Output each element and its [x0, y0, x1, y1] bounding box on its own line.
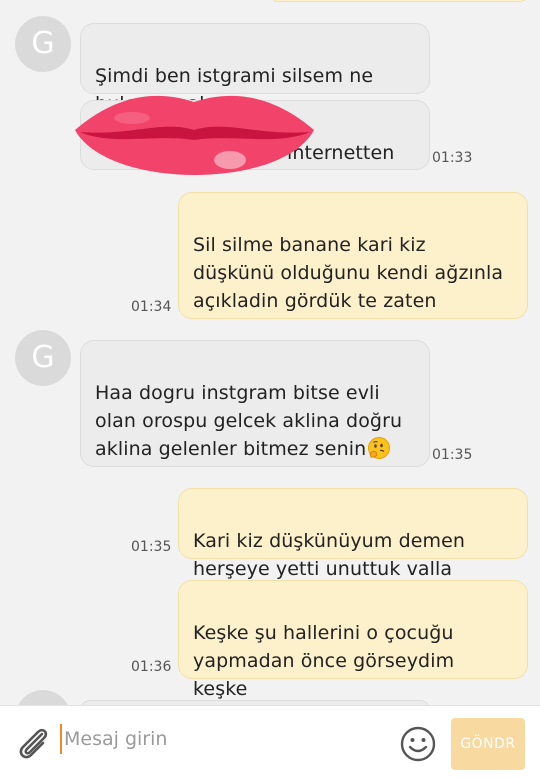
- previous-message-bubble: [270, 0, 528, 2]
- message-input[interactable]: [64, 722, 384, 756]
- avatar[interactable]: G: [15, 16, 71, 72]
- avatar[interactable]: G: [15, 330, 71, 386]
- outgoing-message-bubble: Kari kiz düşkünüyum demen herşeye yetti …: [178, 488, 528, 580]
- avatar[interactable]: [15, 690, 71, 705]
- text-cursor: [60, 724, 62, 754]
- paperclip-icon[interactable]: [14, 724, 52, 762]
- outgoing-message-bubble: Keşke şu hallerini o çocuğu yapmadan önc…: [178, 580, 528, 700]
- incoming-message-bubble: Şimdi ben istgrami silsem ne bulcan acab…: [80, 23, 430, 115]
- thinking-face-emoji: [368, 437, 391, 459]
- message-text: Haa dogru instgram bitse evli olan orosp…: [95, 382, 403, 460]
- message-time: 01:34: [131, 299, 172, 315]
- message-time: 01:36: [131, 659, 172, 675]
- outgoing-message-bubble: Sil silme banane kari kiz düşkünü olduğu…: [178, 192, 528, 319]
- message-time: 01:35: [131, 539, 172, 555]
- message-time: 01:35: [432, 447, 473, 463]
- send-button[interactable]: GÖNDR: [451, 718, 525, 770]
- message-text: Keşke şu hallerini o çocuğu yapmadan önc…: [193, 622, 455, 700]
- incoming-message-bubble: Haa dogru instgram bitse evli olan orosp…: [80, 340, 430, 467]
- chat-area[interactable]: G Şimdi ben istgrami silsem ne bulcan ac…: [0, 0, 540, 705]
- message-text: Kari kiz düşkünüyum demen herşeye yetti …: [193, 530, 466, 580]
- message-text: Sil silme banane kari kiz düşkünü olduğu…: [193, 234, 504, 312]
- message-time: 01:33: [432, 150, 473, 166]
- smiley-icon[interactable]: [400, 726, 436, 762]
- lips-sticker-icon: [75, 95, 314, 175]
